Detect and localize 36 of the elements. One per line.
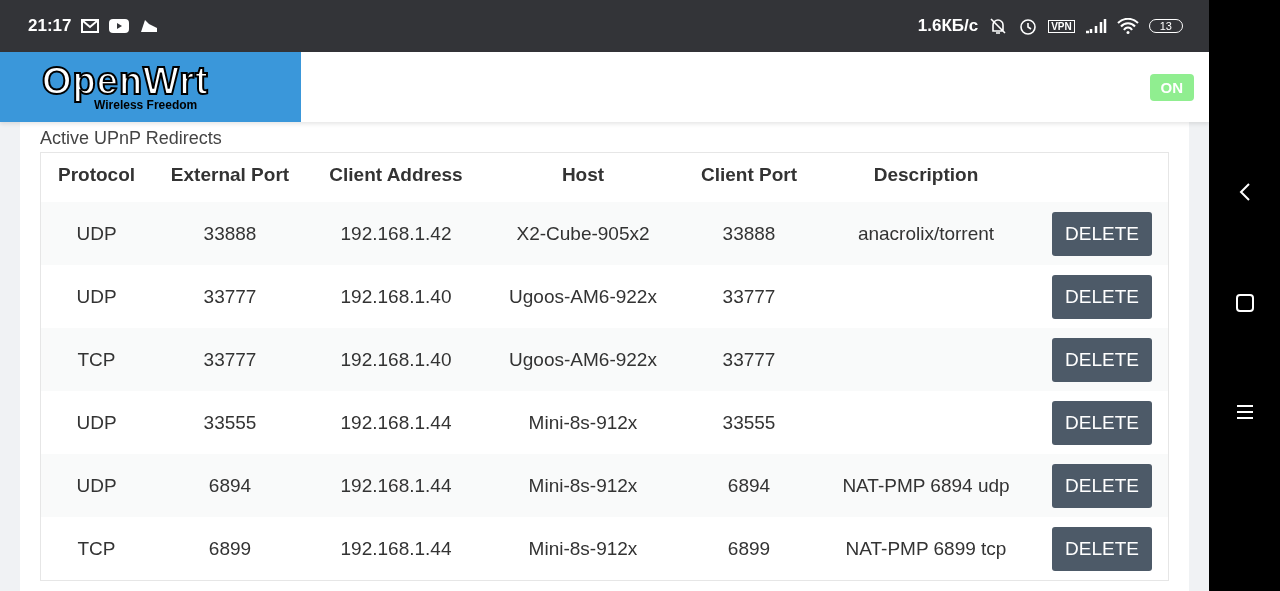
wifi-icon [1116,18,1139,34]
logo-subtitle: Wireless Freedom [94,99,198,111]
table-cell: 33888 [682,202,816,265]
table-cell: TCP [41,328,152,391]
delete-button[interactable]: DELETE [1052,211,1152,256]
clock: 21:17 [28,16,72,36]
network-speed: 1.6КБ/с [917,16,979,36]
play-icon [109,19,130,33]
table-cell: X2-Cube-905x2 [484,202,682,265]
table-cell: Mini-8s-912x [484,454,682,517]
delete-button[interactable]: DELETE [1052,400,1152,445]
vpn-indicator: VPN [1048,19,1075,33]
delete-button[interactable]: DELETE [1052,337,1152,382]
menu-icon[interactable] [1236,403,1253,420]
table-cell: NAT-PMP 6894 udp [816,454,1036,517]
table-cell: 192.168.1.42 [308,202,484,265]
table-cell: UDP [41,202,152,265]
table-cell: 192.168.1.40 [308,328,484,391]
home-icon[interactable] [1235,293,1254,312]
table-cell: 192.168.1.44 [308,454,484,517]
table-cell: 6894 [682,454,816,517]
table-cell: anacrolix/torrent [816,202,1036,265]
table-cell: 33777 [152,328,308,391]
delete-button[interactable]: DELETE [1052,463,1152,508]
table-cell: 6894 [152,454,308,517]
signal-icon [1084,18,1107,34]
delete-button[interactable]: DELETE [1052,526,1152,571]
alarm-icon [1018,16,1039,36]
table-cell: Ugoos-AM6-922x [484,328,682,391]
section-title: Active UPnP Redirects [40,127,223,150]
table-cell: 33888 [152,202,308,265]
back-icon[interactable] [1238,181,1251,202]
mail-icon [81,19,100,33]
table-cell: 33777 [682,328,816,391]
delete-button[interactable]: DELETE [1052,274,1152,319]
table-cell: UDP [41,454,152,517]
